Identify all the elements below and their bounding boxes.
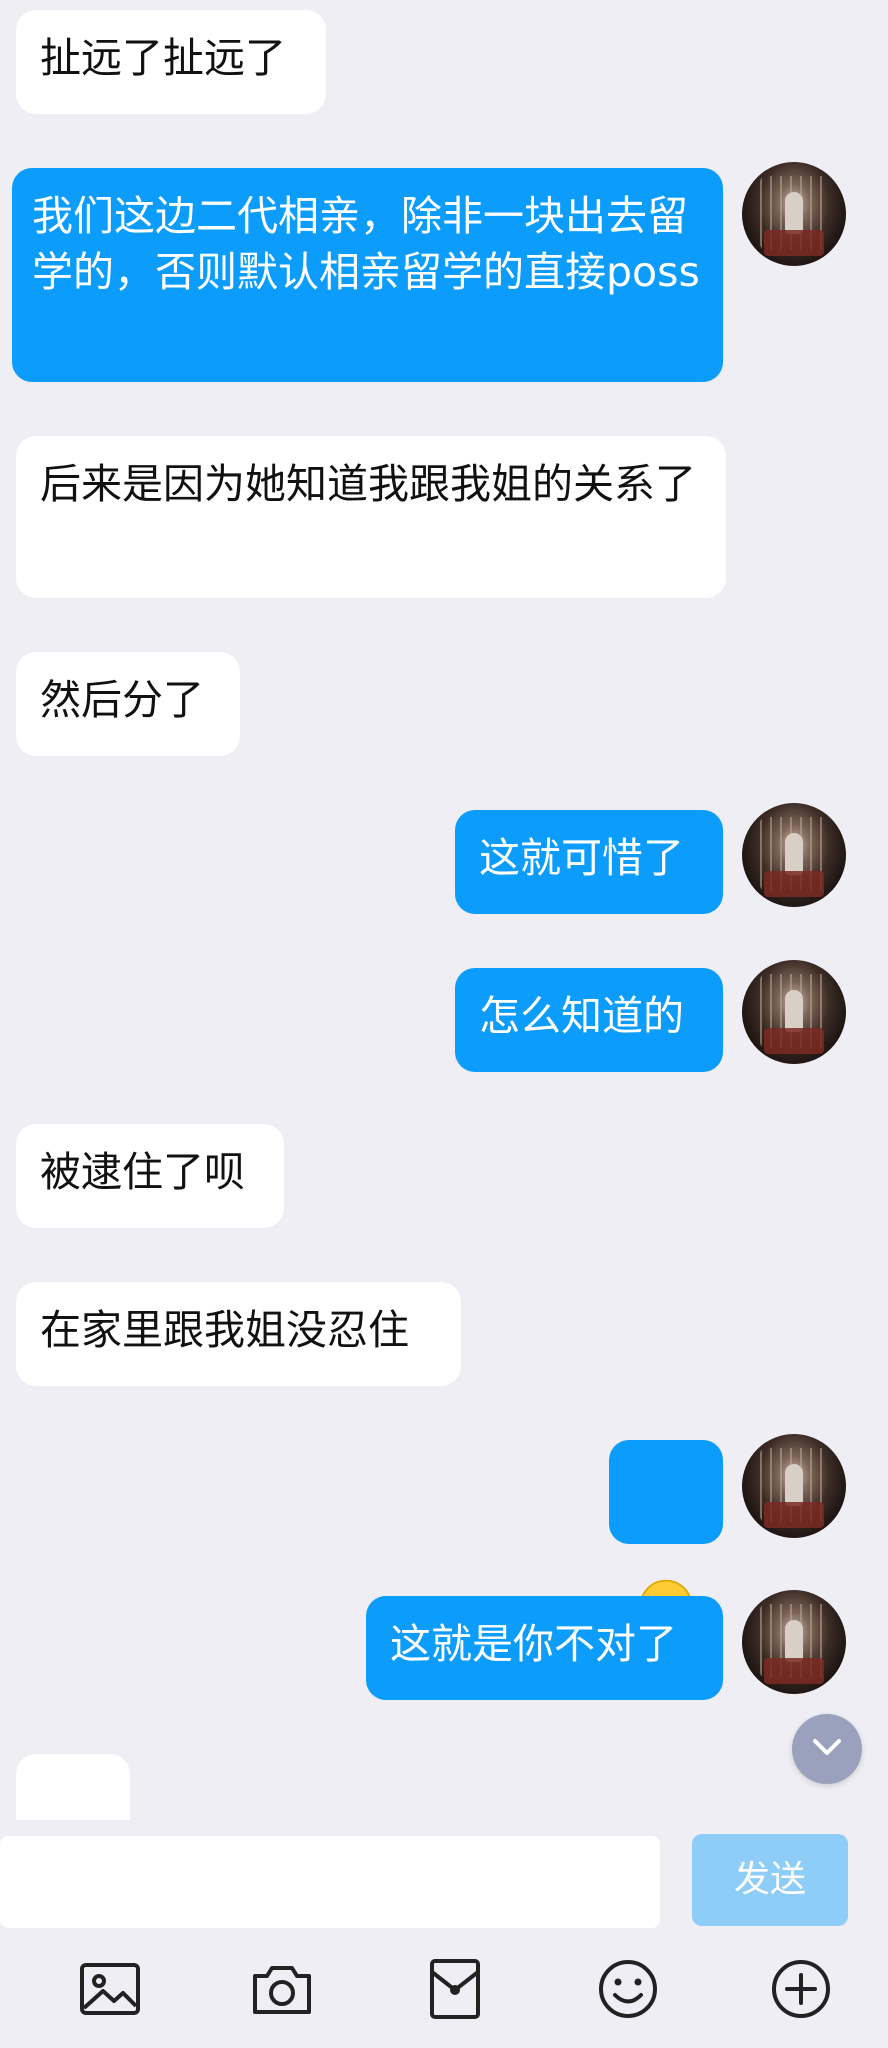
message-bubble bbox=[16, 1754, 130, 1820]
user-avatar[interactable] bbox=[742, 803, 846, 907]
composer-bar: 发送 bbox=[0, 1820, 888, 1928]
message-bubble: 然后分了 bbox=[16, 652, 240, 756]
user-avatar[interactable] bbox=[742, 1434, 846, 1538]
bottom-toolbar bbox=[0, 1928, 888, 2048]
message-bubble: 这就是你不对了 bbox=[366, 1596, 723, 1700]
message-bubble: 我们这边二代相亲，除非一块出去留学的，否则默认相亲留学的直接poss bbox=[12, 168, 723, 382]
message-bubble: 这就可惜了 bbox=[455, 810, 723, 914]
emoji-icon[interactable] bbox=[595, 1956, 661, 2022]
user-avatar[interactable] bbox=[742, 1590, 846, 1694]
red-packet-icon[interactable] bbox=[422, 1956, 488, 2022]
message-bubble bbox=[609, 1440, 723, 1633]
scroll-to-bottom-button[interactable] bbox=[792, 1714, 862, 1784]
message-bubble: 后来是因为她知道我跟我姐的关系了 bbox=[16, 436, 726, 598]
user-avatar[interactable] bbox=[742, 162, 846, 266]
user-avatar[interactable] bbox=[742, 960, 846, 1064]
chat-area: 扯远了扯远了 我们这边二代相亲，除非一块出去留学的，否则默认相亲留学的直接pos… bbox=[0, 0, 888, 1820]
message-bubble: 扯远了扯远了 bbox=[16, 10, 326, 114]
message-bubble: 怎么知道的 bbox=[455, 968, 723, 1072]
message-bubble: 在家里跟我姐没忍住 bbox=[16, 1282, 461, 1386]
message-input[interactable] bbox=[0, 1836, 660, 1928]
send-button[interactable]: 发送 bbox=[692, 1834, 848, 1926]
chevron-down-icon bbox=[813, 1739, 841, 1755]
camera-icon[interactable] bbox=[249, 1956, 315, 2022]
image-icon[interactable] bbox=[77, 1956, 143, 2022]
plus-icon[interactable] bbox=[768, 1956, 834, 2022]
message-bubble: 被逮住了呗 bbox=[16, 1124, 284, 1228]
